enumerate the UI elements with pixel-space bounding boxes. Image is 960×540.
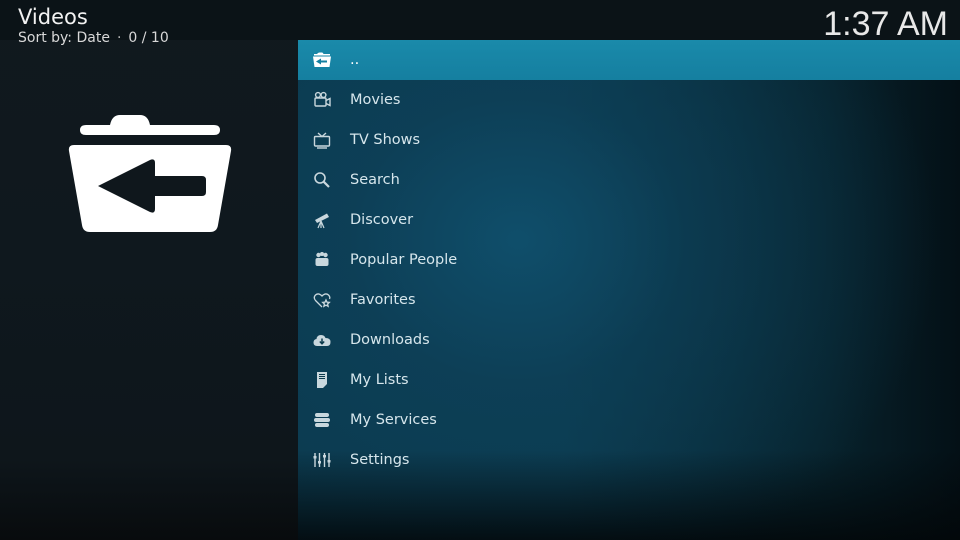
list-document-icon [312, 370, 332, 390]
list-item-label: Downloads [350, 332, 430, 348]
left-panel-background [0, 0, 298, 540]
heart-star-icon [312, 290, 332, 310]
list-item-my-lists[interactable]: My Lists [298, 360, 960, 400]
settings-sliders-icon [312, 450, 332, 470]
cloud-download-icon [312, 330, 332, 350]
list-item-label: Popular People [350, 252, 458, 268]
folder-back-icon [312, 50, 332, 70]
list-item-discover[interactable]: Discover [298, 200, 960, 240]
list-item-label: .. [350, 52, 360, 68]
list-item-parent-folder[interactable]: .. [298, 40, 960, 80]
list-item-label: TV Shows [350, 132, 421, 148]
search-icon [312, 170, 332, 190]
item-count: 0 / 10 [128, 30, 169, 46]
list-item-label: Discover [350, 212, 414, 228]
list-item-label: My Services [350, 412, 437, 428]
list-item-search[interactable]: Search [298, 160, 960, 200]
header-subtitle: Sort by: Date · 0 / 10 [18, 30, 169, 46]
list-item-label: Search [350, 172, 400, 188]
separator: · [116, 30, 122, 46]
list-item-movies[interactable]: Movies [298, 80, 960, 120]
list-item-label: Movies [350, 92, 401, 108]
list-item-label: Settings [350, 452, 410, 468]
tv-icon [312, 130, 332, 150]
list-item-favorites[interactable]: Favorites [298, 280, 960, 320]
list-item-my-services[interactable]: My Services [298, 400, 960, 440]
list-item-settings[interactable]: Settings [298, 440, 960, 480]
people-icon [312, 250, 332, 270]
sort-label[interactable]: Sort by: Date [18, 30, 110, 46]
page-title: Videos [18, 5, 88, 29]
folder-back-icon [68, 113, 232, 233]
list-item-label: Favorites [350, 292, 416, 308]
header: Videos Sort by: Date · 0 / 10 [18, 4, 169, 46]
movie-camera-icon [312, 90, 332, 110]
list-item-tv-shows[interactable]: TV Shows [298, 120, 960, 160]
list-item-label: My Lists [350, 372, 409, 388]
list-item-downloads[interactable]: Downloads [298, 320, 960, 360]
services-stack-icon [312, 410, 332, 430]
menu-list: .. Movies TV Shows Search Discover Popul… [298, 40, 960, 480]
list-item-popular-people[interactable]: Popular People [298, 240, 960, 280]
telescope-icon [312, 210, 332, 230]
